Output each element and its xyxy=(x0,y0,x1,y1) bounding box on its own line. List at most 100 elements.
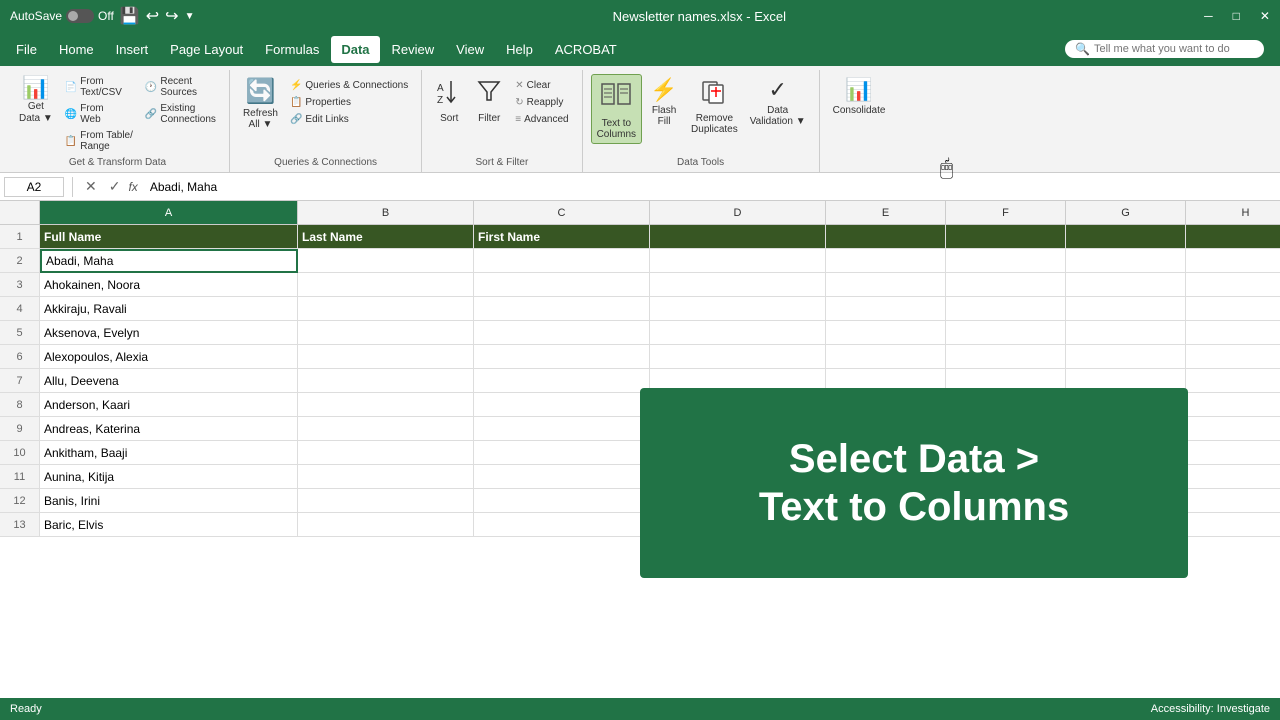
cell-2-e[interactable] xyxy=(826,249,946,273)
search-box[interactable]: 🔍 xyxy=(1065,40,1264,58)
cell-5-c[interactable] xyxy=(474,321,650,345)
cell-1-d[interactable] xyxy=(650,225,826,249)
col-header-d[interactable]: D xyxy=(650,201,826,224)
row-number[interactable]: 13 xyxy=(0,513,40,537)
cell-5-d[interactable] xyxy=(650,321,826,345)
from-web-button[interactable]: 🌐 FromWeb xyxy=(60,101,138,127)
cell-11-h[interactable] xyxy=(1186,465,1280,489)
cell-7-b[interactable] xyxy=(298,369,474,393)
cell-1-a[interactable]: Full Name xyxy=(40,225,298,249)
menu-item-file[interactable]: File xyxy=(6,36,47,63)
cell-3-c[interactable] xyxy=(474,273,650,297)
redo-icon[interactable]: ↪ xyxy=(165,6,178,26)
existing-connections-button[interactable]: 🔗 ExistingConnections xyxy=(140,101,221,127)
cell-5-e[interactable] xyxy=(826,321,946,345)
data-validation-button[interactable]: ✓ DataValidation ▼ xyxy=(745,74,811,130)
sort-button[interactable]: A Z Sort xyxy=(430,74,468,127)
col-header-a[interactable]: A xyxy=(40,201,298,224)
minimize-btn[interactable]: ─ xyxy=(1204,9,1213,23)
cell-10-a[interactable]: Ankitham, Baaji xyxy=(40,441,298,465)
cell-4-a[interactable]: Akkiraju, Ravali xyxy=(40,297,298,321)
cell-5-b[interactable] xyxy=(298,321,474,345)
cell-6-b[interactable] xyxy=(298,345,474,369)
row-number[interactable]: 8 xyxy=(0,393,40,417)
cell-2-b[interactable] xyxy=(298,249,474,273)
filter-button[interactable]: Filter xyxy=(470,74,508,127)
queries-connections-button[interactable]: ⚡ Queries & Connections xyxy=(285,78,413,93)
cell-4-h[interactable] xyxy=(1186,297,1280,321)
cell-13-b[interactable] xyxy=(298,513,474,537)
col-header-f[interactable]: F xyxy=(946,201,1066,224)
row-number[interactable]: 6 xyxy=(0,345,40,369)
cell-4-c[interactable] xyxy=(474,297,650,321)
cell-4-f[interactable] xyxy=(946,297,1066,321)
cell-6-g[interactable] xyxy=(1066,345,1186,369)
row-number[interactable]: 7 xyxy=(0,369,40,393)
col-header-b[interactable]: B xyxy=(298,201,474,224)
cell-4-e[interactable] xyxy=(826,297,946,321)
cell-7-h[interactable] xyxy=(1186,369,1280,393)
col-header-g[interactable]: G xyxy=(1066,201,1186,224)
remove-duplicates-button[interactable]: RemoveDuplicates xyxy=(686,74,743,138)
cell-3-f[interactable] xyxy=(946,273,1066,297)
cell-6-f[interactable] xyxy=(946,345,1066,369)
row-number[interactable]: 5 xyxy=(0,321,40,345)
from-table-button[interactable]: 📋 From Table/Range xyxy=(60,128,138,154)
cell-reference-box[interactable] xyxy=(4,177,64,197)
cell-5-h[interactable] xyxy=(1186,321,1280,345)
properties-button[interactable]: 📋 Properties xyxy=(285,95,413,110)
reapply-button[interactable]: ↻ Reapply xyxy=(510,95,573,110)
col-header-h[interactable]: H xyxy=(1186,201,1280,224)
cell-12-c[interactable] xyxy=(474,489,650,513)
cancel-formula-button[interactable]: ✕ xyxy=(81,178,101,195)
cell-3-e[interactable] xyxy=(826,273,946,297)
save-icon[interactable]: 💾 xyxy=(120,6,140,26)
cell-7-c[interactable] xyxy=(474,369,650,393)
cell-10-b[interactable] xyxy=(298,441,474,465)
cell-4-b[interactable] xyxy=(298,297,474,321)
menu-item-view[interactable]: View xyxy=(446,36,494,63)
cell-6-h[interactable] xyxy=(1186,345,1280,369)
menu-item-insert[interactable]: Insert xyxy=(106,36,159,63)
cell-3-g[interactable] xyxy=(1066,273,1186,297)
cell-3-b[interactable] xyxy=(298,273,474,297)
cell-3-h[interactable] xyxy=(1186,273,1280,297)
cell-2-c[interactable] xyxy=(474,249,650,273)
cell-1-h[interactable] xyxy=(1186,225,1280,249)
confirm-formula-button[interactable]: ✓ xyxy=(105,178,125,195)
cell-2-h[interactable] xyxy=(1186,249,1280,273)
edit-links-button[interactable]: 🔗 Edit Links xyxy=(285,112,413,127)
cell-10-c[interactable] xyxy=(474,441,650,465)
cell-13-a[interactable]: Baric, Elvis xyxy=(40,513,298,537)
menu-item-help[interactable]: Help xyxy=(496,36,543,63)
cell-5-a[interactable]: Aksenova, Evelyn xyxy=(40,321,298,345)
clear-button[interactable]: ✕ Clear xyxy=(510,78,573,93)
row-number[interactable]: 11 xyxy=(0,465,40,489)
cell-6-e[interactable] xyxy=(826,345,946,369)
cell-7-a[interactable]: Allu, Deevena xyxy=(40,369,298,393)
text-to-columns-button[interactable]: Text toColumns xyxy=(591,74,642,144)
cell-1-g[interactable] xyxy=(1066,225,1186,249)
menu-item-acrobat[interactable]: ACROBAT xyxy=(545,36,627,63)
autosave-switch[interactable] xyxy=(66,9,94,23)
cell-4-g[interactable] xyxy=(1066,297,1186,321)
cell-13-c[interactable] xyxy=(474,513,650,537)
cell-2-f[interactable] xyxy=(946,249,1066,273)
cell-13-h[interactable] xyxy=(1186,513,1280,537)
quick-access-arrow[interactable]: ▼ xyxy=(185,11,195,22)
menu-item-formulas[interactable]: Formulas xyxy=(255,36,329,63)
cell-8-h[interactable] xyxy=(1186,393,1280,417)
cell-9-h[interactable] xyxy=(1186,417,1280,441)
cell-6-a[interactable]: Alexopoulos, Alexia xyxy=(40,345,298,369)
row-number[interactable]: 12 xyxy=(0,489,40,513)
cell-2-g[interactable] xyxy=(1066,249,1186,273)
menu-item-pagelayout[interactable]: Page Layout xyxy=(160,36,253,63)
cell-5-g[interactable] xyxy=(1066,321,1186,345)
cell-2-d[interactable] xyxy=(650,249,826,273)
cell-5-f[interactable] xyxy=(946,321,1066,345)
cell-1-e[interactable] xyxy=(826,225,946,249)
cell-12-h[interactable] xyxy=(1186,489,1280,513)
cell-11-c[interactable] xyxy=(474,465,650,489)
search-input[interactable] xyxy=(1094,43,1254,55)
menu-item-review[interactable]: Review xyxy=(382,36,445,63)
